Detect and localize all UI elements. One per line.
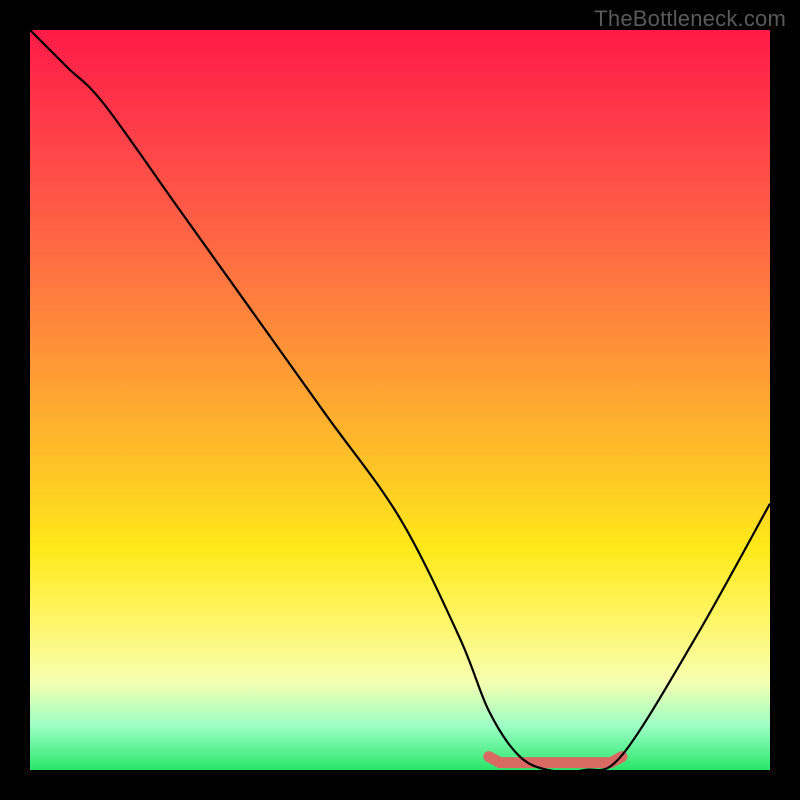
watermark-text: TheBottleneck.com bbox=[594, 6, 786, 32]
bottleneck-curve-line bbox=[30, 30, 770, 770]
chart-svg bbox=[30, 30, 770, 770]
optimal-flat-region bbox=[489, 757, 622, 763]
chart-plot-area bbox=[30, 30, 770, 770]
